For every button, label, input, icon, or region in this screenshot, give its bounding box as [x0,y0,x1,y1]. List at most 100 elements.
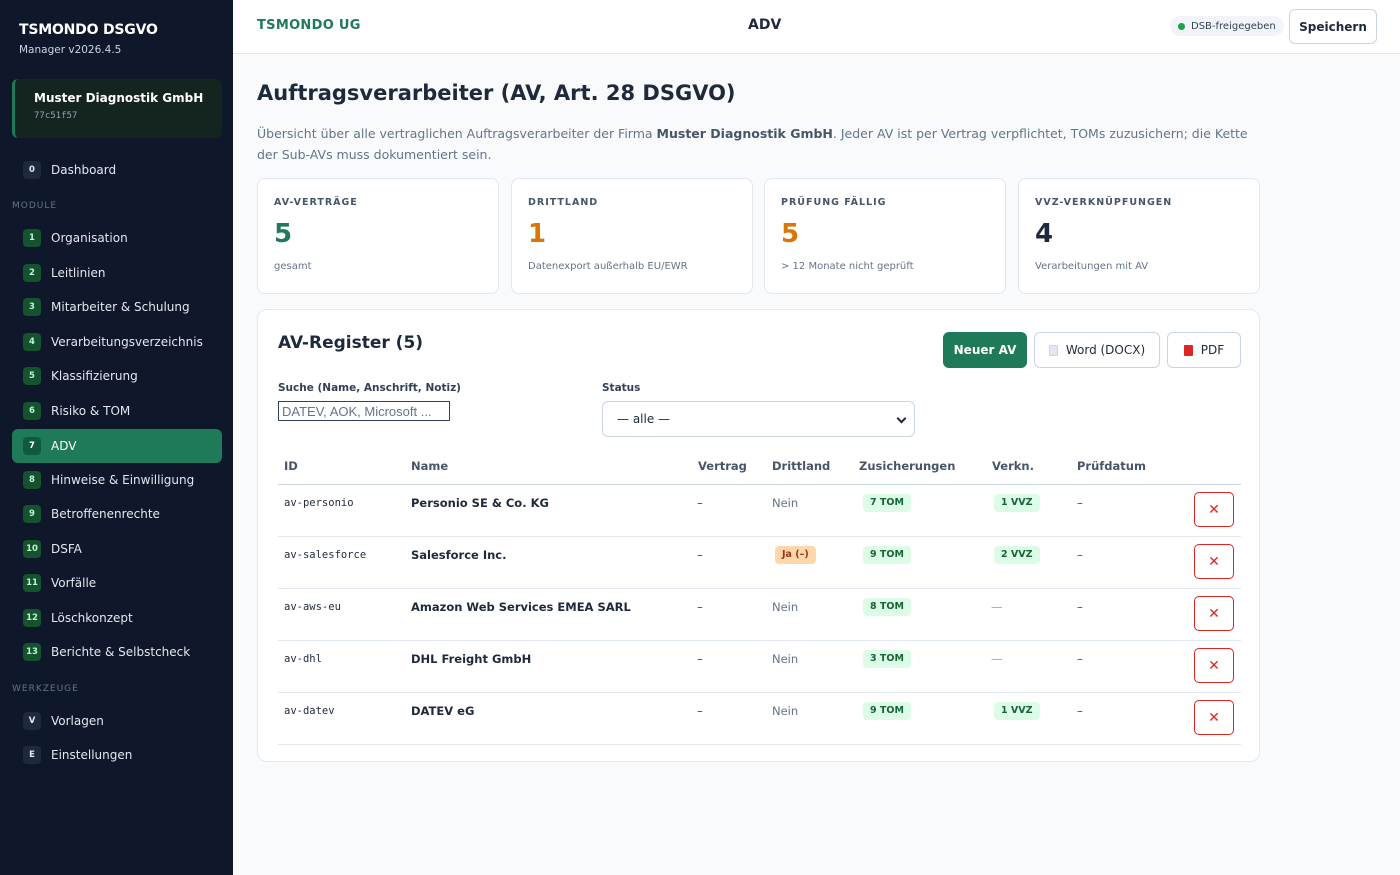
sidebar: TSMONDO DSGVO Manager v2026.4.5 Muster D… [0,0,233,875]
sidebar-item-risiko-tom[interactable]: 6 Risiko & TOM [12,394,222,428]
av-verknuepfungen: — [991,652,1003,666]
av-verknuepfungen: 2 VVZ [994,546,1040,564]
sidebar-item-vorfaelle[interactable]: 11 Vorfälle [12,566,222,600]
sidebar-item-organisation[interactable]: 1 Organisation [12,221,222,255]
close-icon: ✕ [1208,501,1220,518]
drittland-badge: Ja (–) [775,546,816,564]
organization-switcher[interactable]: Muster Diagnostik GmbH 77c51f57 [12,79,222,138]
search-input[interactable] [278,401,450,421]
stat-label: DRITTLAND [528,197,599,208]
av-zusicherungen: 7 TOM [863,494,911,512]
table-row[interactable]: av-salesforce Salesforce Inc. – Ja (–) 9… [278,537,1241,589]
tom-count-badge: 7 TOM [863,494,911,512]
av-pruefdatum: – [1077,704,1083,718]
stat-subtext: Datenexport außerhalb EU/EWR [528,261,688,272]
close-icon: ✕ [1208,657,1220,674]
status-filter-label: Status [602,382,641,394]
nav-number-badge: 9 [23,505,41,523]
av-vertrag: – [697,600,703,614]
stat-value: 5 [274,219,293,249]
av-id: av-personio [284,497,354,509]
page-intro: Übersicht über alle vertraglichen Auftra… [257,123,1257,165]
table-row[interactable]: av-dhl DHL Freight GmbH – Nein 3 TOM — –… [278,641,1241,693]
delete-av-button[interactable]: ✕ [1194,492,1234,527]
sidebar-item-label: DSFA [51,542,82,556]
status-badge-label: DSB-freigegeben [1191,20,1276,32]
av-verknuepfungen: 1 VVZ [994,494,1040,512]
new-av-button[interactable]: Neuer AV [943,332,1027,368]
nav-number-badge: 4 [23,333,41,351]
sidebar-item-dsfa[interactable]: 10 DSFA [12,532,222,566]
column-header-verkn[interactable]: Verkn. [992,459,1034,473]
page-title: Auftragsverarbeiter (AV, Art. 28 DSGVO) [257,81,736,105]
table-row[interactable]: av-datev DATEV eG – Nein 9 TOM 1 VVZ – ✕ [278,693,1241,745]
column-header-pruefdatum[interactable]: Prüfdatum [1077,459,1146,473]
sidebar-item-klassifizierung[interactable]: 5 Klassifizierung [12,359,222,393]
av-zusicherungen: 8 TOM [863,598,911,616]
nav-number-badge: V [23,712,41,730]
close-icon: ✕ [1208,553,1220,570]
search-label: Suche (Name, Anschrift, Notiz) [278,382,461,394]
sidebar-item-label: Einstellungen [51,748,133,762]
export-pdf-button[interactable]: PDF [1167,332,1241,368]
table-row[interactable]: av-aws-eu Amazon Web Services EMEA SARL … [278,589,1241,641]
delete-av-button[interactable]: ✕ [1194,596,1234,631]
organization-id: 77c51f57 [34,111,78,121]
save-button[interactable]: Speichern [1289,9,1377,44]
sidebar-item-betroffenenrechte[interactable]: 9 Betroffenenrechte [12,497,222,531]
sidebar-item-dashboard[interactable]: 0 Dashboard [12,153,222,187]
export-word-label: Word (DOCX) [1065,343,1146,357]
export-pdf-label: PDF [1200,343,1225,357]
sidebar-item-hinweise-einwilligung[interactable]: 8 Hinweise & Einwilligung [12,463,222,497]
nav-number-badge: 13 [23,643,41,661]
table-row[interactable]: av-personio Personio SE & Co. KG – Nein … [278,485,1241,537]
status-filter-select[interactable]: — alle — [602,401,915,437]
export-word-button[interactable]: Word (DOCX) [1034,332,1160,368]
sidebar-item-label: ADV [51,439,77,453]
delete-av-button[interactable]: ✕ [1194,648,1234,683]
document-icon [1048,344,1058,356]
av-pruefdatum: – [1077,548,1083,562]
nav-number-badge: 2 [23,264,41,282]
column-header-zusicherungen[interactable]: Zusicherungen [859,459,955,473]
delete-av-button[interactable]: ✕ [1194,700,1234,735]
stat-subtext: > 12 Monate nicht geprüft [781,261,914,272]
vvz-count-badge: 1 VVZ [994,494,1040,512]
av-name: Personio SE & Co. KG [411,496,549,510]
sidebar-item-mitarbeiter-schulung[interactable]: 3 Mitarbeiter & Schulung [12,290,222,324]
sidebar-item-label: Verarbeitungsverzeichnis [51,335,203,349]
sidebar-item-vorlagen[interactable]: V Vorlagen [12,704,222,738]
nav-number-badge: 11 [23,574,41,592]
sidebar-item-verarbeitungsverzeichnis[interactable]: 4 Verarbeitungsverzeichnis [12,325,222,359]
column-header-name[interactable]: Name [411,459,448,473]
sidebar-item-label: Vorlagen [51,714,104,728]
sidebar-item-berichte-selbstcheck[interactable]: 13 Berichte & Selbstcheck [12,635,222,669]
nav-number-badge: 3 [23,298,41,316]
av-pruefdatum: – [1077,652,1083,666]
sidebar-item-leitlinien[interactable]: 2 Leitlinien [12,256,222,290]
column-header-vertrag[interactable]: Vertrag [698,459,747,473]
stat-card-drittland: DRITTLAND 1 Datenexport außerhalb EU/EWR [511,178,753,294]
stat-label: VVZ-VERKNÜPFUNGEN [1035,197,1173,208]
stat-label: PRÜFUNG FÄLLIG [781,197,887,208]
status-badge: DSB-freigegeben [1170,16,1284,36]
av-drittland: Nein [772,704,799,718]
column-header-drittland[interactable]: Drittland [772,459,830,473]
column-header-id[interactable]: ID [284,459,298,473]
nav-number-badge: 0 [23,161,41,179]
av-id: av-aws-eu [284,601,341,613]
sidebar-item-label: Hinweise & Einwilligung [51,473,195,487]
sidebar-item-loeschkonzept[interactable]: 12 Löschkonzept [12,601,222,635]
av-id: av-dhl [284,653,322,665]
sidebar-item-label: Löschkonzept [51,611,133,625]
delete-av-button[interactable]: ✕ [1194,544,1234,579]
status-dot-icon [1178,22,1185,30]
av-name: DHL Freight GmbH [411,652,532,666]
sidebar-item-einstellungen[interactable]: E Einstellungen [12,738,222,772]
stat-card-pruefung-faellig: PRÜFUNG FÄLLIG 5 > 12 Monate nicht geprü… [764,178,1006,294]
vvz-count-badge: 1 VVZ [994,702,1040,720]
sidebar-item-adv[interactable]: 7 ADV [12,429,222,463]
av-zusicherungen: 9 TOM [863,702,911,720]
intro-text-start: Übersicht über alle vertraglichen Auftra… [257,126,657,141]
tom-count-badge: 8 TOM [863,598,911,616]
